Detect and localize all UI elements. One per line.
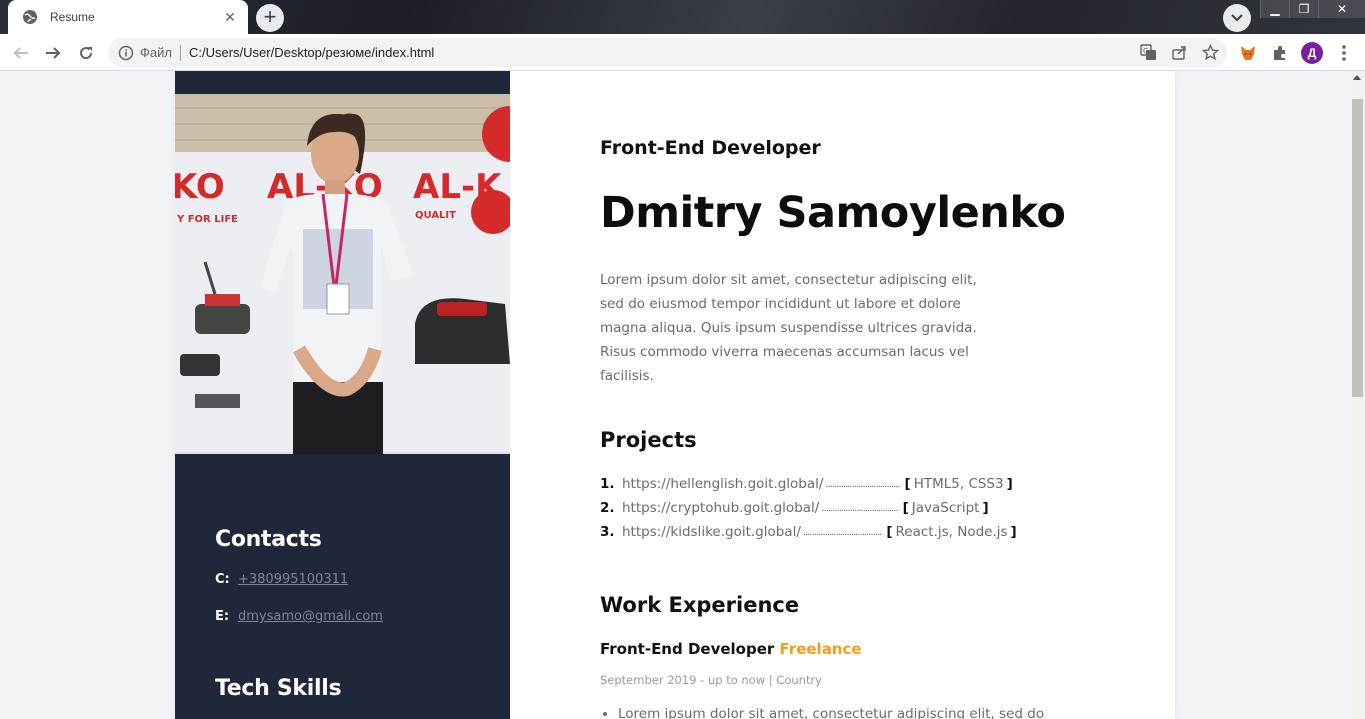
work-experience-heading: Work Experience <box>600 593 800 617</box>
projects-heading: Projects <box>600 428 697 452</box>
svg-text:KO: KO <box>175 167 225 207</box>
profile-photo: KO AL-KO AL-K Y FOR LIFE QUALIT <box>175 94 510 454</box>
extensions-button[interactable] <box>1268 41 1292 65</box>
project-link[interactable]: https://cryptohub.goit.global/ <box>622 500 819 516</box>
person-name: Dmitry Samoylenko <box>600 188 1066 238</box>
project-link[interactable]: https://kidslike.goit.global/ <box>622 524 801 540</box>
star-icon[interactable] <box>1202 44 1219 61</box>
address-bar[interactable]: Файл C:/Users/User/Desktop/резюме/index.… <box>108 38 1227 67</box>
project-link[interactable]: https://hellenglish.goit.global/ <box>622 476 823 492</box>
puzzle-icon <box>1274 46 1285 60</box>
bracket-close: ] <box>1010 524 1017 540</box>
svg-text:QUALIT: QUALIT <box>415 210 456 221</box>
svg-text:Y FOR LIFE: Y FOR LIFE <box>176 214 238 225</box>
bracket-open: [ <box>886 524 893 540</box>
scroll-up-icon[interactable] <box>1353 75 1361 80</box>
project-dots: .................................. <box>825 478 900 490</box>
minimize-icon[interactable]: ▁ <box>1260 0 1289 18</box>
avatar-initial: Д <box>1307 46 1317 60</box>
about-text: Lorem ipsum dolor sit amet, consectetur … <box>600 272 977 384</box>
bracket-open: [ <box>902 500 909 516</box>
restore-icon[interactable]: ❐ <box>1289 0 1318 18</box>
back-button[interactable] <box>9 41 33 65</box>
contact-phone: C: +380995100311 <box>215 572 485 587</box>
new-tab-button[interactable]: + <box>256 4 284 32</box>
close-tab-icon[interactable]: ✕ <box>222 9 238 26</box>
profile-button[interactable]: Д <box>1300 41 1324 65</box>
page-scrollbar[interactable] <box>1350 71 1365 719</box>
bracket-close: ] <box>1006 476 1013 492</box>
address-divider <box>179 44 181 61</box>
job-company: Freelance <box>779 640 862 658</box>
metamask-extension-button[interactable] <box>1236 41 1260 65</box>
avatar: Д <box>1301 42 1323 64</box>
project-item: 2. https://cryptohub.goit.global/ ......… <box>600 496 1020 520</box>
contact-phone-key: C: <box>215 572 230 587</box>
scrollbar-thumb[interactable] <box>1352 99 1363 397</box>
reload-icon <box>80 47 93 60</box>
browser-menu-button[interactable] <box>1332 41 1356 65</box>
reload-button[interactable] <box>74 41 98 65</box>
svg-text:G: G <box>1143 47 1148 55</box>
browser-toolbar: Файл C:/Users/User/Desktop/резюме/index.… <box>0 34 1365 71</box>
project-dots: .................................... <box>802 526 882 538</box>
chevron-down-icon <box>1231 14 1243 22</box>
projects-list: 1. https://hellenglish.goit.global/ ....… <box>600 472 1020 544</box>
project-tech: HTML5, CSS3 <box>913 476 1004 492</box>
tech-skills-heading: Tech Skills <box>215 676 342 701</box>
resume-card: KO AL-KO AL-K Y FOR LIFE QUALIT Contacts… <box>175 71 1175 719</box>
project-tech: JavaScript <box>911 500 980 516</box>
bracket-open: [ <box>904 476 911 492</box>
tab-title: Resume <box>50 10 95 24</box>
globe-icon <box>23 10 37 24</box>
tab-strip: Resume ✕ + ▁ ❐ ✕ <box>0 0 1365 34</box>
email-link[interactable]: dmysamo@gmail.com <box>238 609 383 624</box>
bracket-close: ] <box>982 500 989 516</box>
fox-icon <box>1241 46 1255 60</box>
project-tech: React.js, Node.js <box>895 524 1008 540</box>
close-window-icon[interactable]: ✕ <box>1318 0 1365 18</box>
tab-search-button[interactable] <box>1223 4 1251 32</box>
scheme-label: Файл <box>140 45 172 60</box>
translate-icon[interactable]: G <box>1140 44 1157 61</box>
more-vert-icon <box>1342 45 1346 61</box>
tab-resume[interactable]: Resume ✕ <box>8 0 248 34</box>
window-controls: ▁ ❐ ✕ <box>1260 0 1365 18</box>
page-viewport: KO AL-KO AL-K Y FOR LIFE QUALIT Contacts… <box>0 71 1350 719</box>
info-icon[interactable] <box>118 45 134 61</box>
address-actions: G <box>1140 44 1219 61</box>
resume-sidebar: KO AL-KO AL-K Y FOR LIFE QUALIT Contacts… <box>175 71 510 719</box>
arrow-right-icon <box>46 47 61 59</box>
url-text[interactable]: C:/Users/User/Desktop/резюме/index.html <box>189 45 1227 60</box>
share-icon[interactable] <box>1171 44 1188 61</box>
forward-button[interactable] <box>41 41 65 65</box>
project-number: 2. <box>600 500 615 516</box>
project-item: 1. https://hellenglish.goit.global/ ....… <box>600 472 1020 496</box>
project-dots: ................................... <box>821 502 898 514</box>
project-item: 3. https://kidslike.goit.global/ .......… <box>600 520 1020 544</box>
job-dates: September 2019 - up to now | Country <box>600 673 822 687</box>
phone-link[interactable]: +380995100311 <box>238 572 348 587</box>
profile-photo-image: KO AL-KO AL-K Y FOR LIFE QUALIT <box>175 94 510 454</box>
job-role: Front-End Developer <box>600 640 775 658</box>
project-number: 3. <box>600 524 615 540</box>
contact-email-key: E: <box>215 609 230 624</box>
arrow-left-icon <box>13 47 28 59</box>
contact-email: E: dmysamo@gmail.com <box>215 609 485 624</box>
job-title: Front-End Developer Freelance <box>600 640 862 658</box>
job-bullet: Lorem ipsum dolor sit amet, consectetur … <box>618 706 1044 719</box>
project-number: 1. <box>600 476 615 492</box>
contacts-heading: Contacts <box>215 527 322 552</box>
job-bullets: Lorem ipsum dolor sit amet, consectetur … <box>618 706 1044 719</box>
sidebar-content: Contacts C: +380995100311 E: dmysamo@gma… <box>215 527 485 701</box>
role-title: Front-End Developer <box>600 137 821 159</box>
